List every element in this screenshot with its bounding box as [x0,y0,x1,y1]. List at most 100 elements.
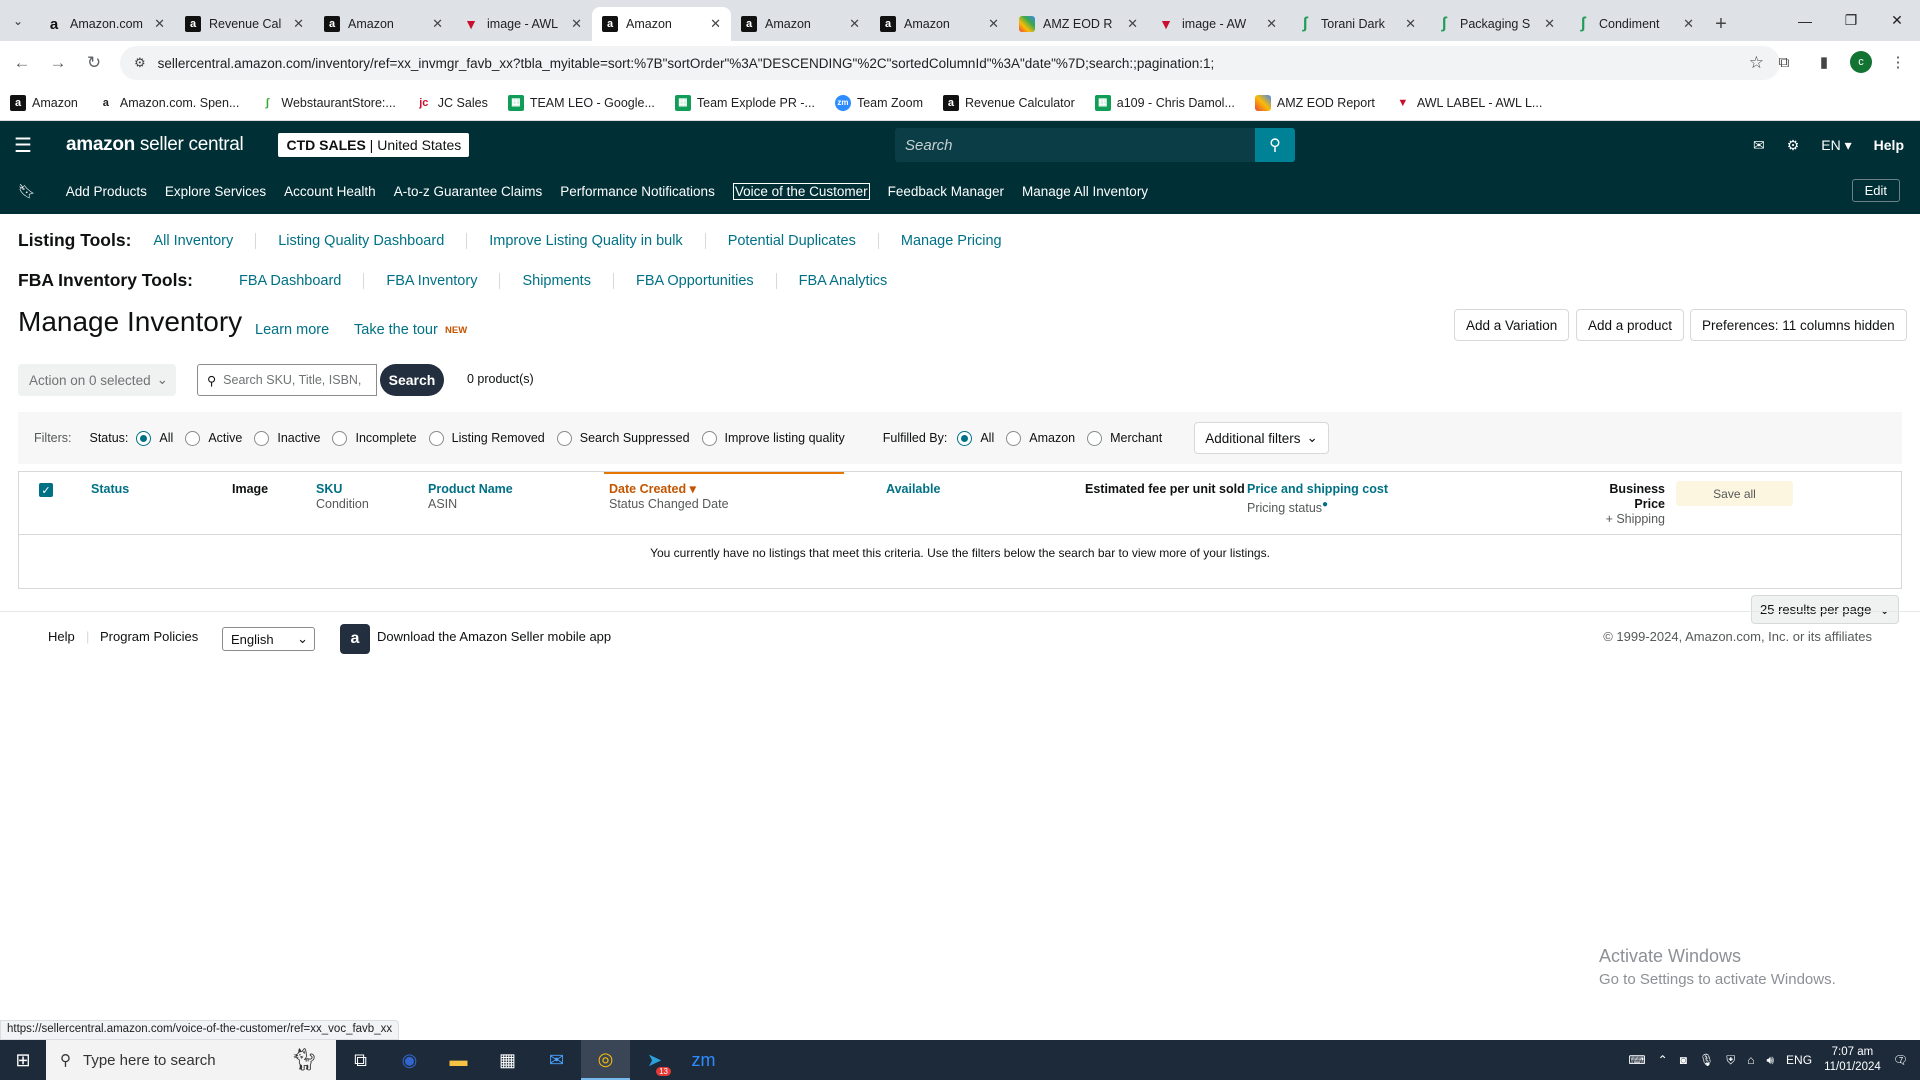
link-shipments[interactable]: Shipments [499,272,613,289]
browser-tab[interactable]: ʃ Condiment ✕ [1565,7,1704,41]
forward-icon[interactable]: → [40,53,76,73]
browser-tab[interactable]: ʃ Packaging S ✕ [1426,7,1565,41]
side-panel-icon[interactable]: ▮ [1810,48,1838,76]
back-icon[interactable]: ← [4,53,40,73]
close-window-icon[interactable]: ✕ [1874,0,1920,41]
bookmark[interactable]: zm Team Zoom [834,94,923,111]
radio[interactable] [185,430,201,446]
footer-language-select[interactable]: English ⌄ [222,627,315,651]
browser-tab[interactable]: ʃ Torani Dark ✕ [1287,7,1426,41]
link-potential-duplicates[interactable]: Potential Duplicates [704,232,878,249]
nav-a-to-z-claims[interactable]: A-to-z Guarantee Claims [394,184,543,199]
status-radio-all[interactable]: All [136,430,173,446]
browser-tab[interactable]: a Amazon ✕ [731,7,870,41]
bookmark[interactable]: ▼ AWL LABEL - AWL L... [1395,95,1542,111]
new-tab-icon[interactable]: + [1704,7,1738,41]
link-fba-dashboard[interactable]: FBA Dashboard [215,273,363,289]
status-radio-inactive[interactable]: Inactive [254,430,320,446]
status-radio-improve-quality[interactable]: Improve listing quality [701,430,845,446]
inventory-search-button[interactable]: Search [380,364,444,396]
browser-tab[interactable]: a Amazon ✕ [870,7,1009,41]
link-listing-quality-dashboard[interactable]: Listing Quality Dashboard [255,232,466,249]
edge-icon[interactable]: ◉ [385,1040,434,1080]
windows-start-icon[interactable]: ⊞ [0,1040,46,1080]
omnibox[interactable]: ⚙ sellercentral.amazon.com/inventory/ref… [120,46,1780,80]
notification-center-icon[interactable]: 🗨︎ 7 [1893,1053,1908,1067]
mail-icon[interactable]: ✉ [532,1040,581,1080]
status-radio-incomplete[interactable]: Incomplete [332,430,417,446]
volume-icon[interactable]: 🔊︎ [1766,1053,1774,1068]
bookmark[interactable]: ▦ TEAM LEO - Google... [507,94,655,111]
radio-selected[interactable] [957,430,973,446]
edit-favorites-button[interactable]: Edit [1851,179,1900,202]
info-icon[interactable]: ● [1322,499,1328,510]
bookmark-icon[interactable]: 🔖︎ [18,183,36,200]
link-fba-opportunities[interactable]: FBA Opportunities [612,272,776,289]
reload-icon[interactable]: ↻ [76,53,112,73]
hamburger-menu-icon[interactable]: ☰ [0,133,46,158]
browser-tab[interactable]: a Amazon.com ✕ [36,7,175,41]
close-tab-icon[interactable]: ✕ [432,16,443,32]
bookmark[interactable]: ʃ WebstaurantStore:... [259,95,396,111]
telegram-icon[interactable]: ➤ 13 [630,1040,679,1080]
mail-icon[interactable]: ✉ [1753,137,1765,154]
fulfilled-radio-merchant[interactable]: Merchant [1087,430,1162,446]
browser-tab-active[interactable]: a Amazon ✕ [592,7,731,41]
bookmark[interactable]: ▦ Team Explode PR -... [674,94,815,111]
col-status[interactable]: Status [91,482,129,497]
radio[interactable] [428,430,444,446]
close-tab-icon[interactable]: ✕ [571,16,582,32]
extensions-icon[interactable]: ⧉ [1770,48,1798,76]
learn-more-link[interactable]: Learn more [255,322,329,338]
bookmark[interactable]: ▦ a109 - Chris Damol... [1094,94,1235,111]
add-variation-button[interactable]: Add a Variation [1454,309,1570,341]
nav-account-health[interactable]: Account Health [284,184,376,199]
close-tab-icon[interactable]: ✕ [1683,16,1694,32]
footer-help-link[interactable]: Help [48,629,75,644]
close-tab-icon[interactable]: ✕ [710,16,721,32]
radio[interactable] [254,430,270,446]
header-search-input[interactable]: Search [895,128,1257,162]
radio[interactable] [1087,430,1103,446]
close-tab-icon[interactable]: ✕ [1405,16,1416,32]
link-improve-listing-quality[interactable]: Improve Listing Quality in bulk [466,232,704,249]
chevron-up-icon[interactable]: ⌃ [1658,1053,1668,1067]
browser-tab[interactable]: a Amazon ✕ [314,7,453,41]
header-search-button[interactable]: ⚲ [1255,128,1295,162]
url-text[interactable]: sellercentral.amazon.com/inventory/ref=x… [158,56,1215,71]
amazon-app-icon[interactable]: a [340,624,370,654]
chrome-icon[interactable]: ◎ [581,1040,630,1080]
results-per-page-select[interactable]: 25 results per page ⌄ [1751,595,1900,624]
zoom-icon[interactable]: zm [679,1040,728,1080]
microphone-icon[interactable]: 🎙︎ [1699,1053,1714,1067]
col-product-name[interactable]: Product Name ASIN [428,482,513,512]
bookmark[interactable]: a Revenue Calculator [942,94,1075,111]
browser-tab[interactable]: ▼ image - AW ✕ [1148,7,1287,41]
bookmark[interactable]: a Amazon [10,94,78,111]
profile-avatar[interactable]: c [1850,51,1872,73]
browser-tab[interactable]: ▼ image - AWL ✕ [453,7,592,41]
store-selector[interactable]: CTD SALES | United States [278,133,470,157]
help-link[interactable]: Help [1874,137,1904,153]
bookmark[interactable]: a Amazon.com. Spen... [98,95,240,111]
close-tab-icon[interactable]: ✕ [154,16,165,32]
input-language[interactable]: ENG [1786,1053,1812,1067]
take-tour-link[interactable]: Take the tour [354,322,438,338]
status-radio-search-suppressed[interactable]: Search Suppressed [556,430,690,446]
minimize-icon[interactable]: — [1782,0,1828,41]
seller-central-logo[interactable]: amazon seller central [66,134,244,156]
nav-voice-of-the-customer[interactable]: Voice of the Customer [732,183,870,200]
add-product-button[interactable]: Add a product [1576,309,1685,341]
task-view-icon[interactable]: ⧉ [336,1040,385,1080]
close-tab-icon[interactable]: ✕ [988,16,999,32]
nav-feedback-manager[interactable]: Feedback Manager [888,184,1004,199]
taskbar-clock[interactable]: 7:07 am 11/01/2024 [1824,1045,1881,1075]
inventory-search-input[interactable]: ⚲ Search SKU, Title, ISBN, [197,364,377,396]
bookmark[interactable]: jc JC Sales [416,95,488,111]
bookmark[interactable]: AMZ EOD Report [1254,94,1375,111]
close-tab-icon[interactable]: ✕ [849,16,860,32]
file-explorer-icon[interactable]: ▬ [434,1040,483,1080]
link-fba-analytics[interactable]: FBA Analytics [775,272,910,289]
close-tab-icon[interactable]: ✕ [1544,16,1555,32]
col-price-shipping[interactable]: Price and shipping cost Pricing status● [1247,482,1388,516]
